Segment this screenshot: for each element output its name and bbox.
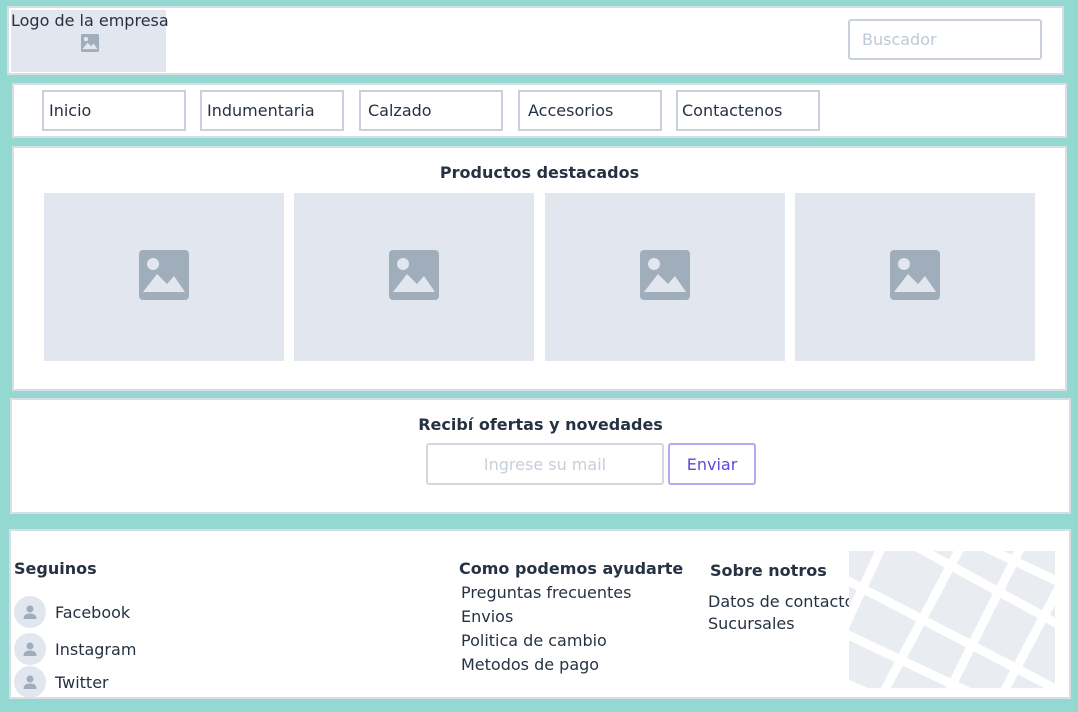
help-link-returns[interactable]: Politica de cambio bbox=[461, 631, 607, 650]
image-icon bbox=[640, 250, 690, 304]
image-icon bbox=[139, 250, 189, 304]
social-link-instagram[interactable]: Instagram bbox=[14, 633, 136, 665]
company-logo[interactable]: Logo de la empresa bbox=[11, 10, 169, 72]
nav-item-inicio[interactable]: Inicio bbox=[42, 90, 186, 131]
social-link-twitter[interactable]: Twitter bbox=[14, 666, 109, 697]
nav-item-accesorios[interactable]: Accesorios bbox=[518, 90, 662, 131]
user-icon bbox=[14, 596, 46, 628]
about-link-branches[interactable]: Sucursales bbox=[708, 614, 795, 633]
help-link-shipping[interactable]: Envios bbox=[461, 607, 513, 626]
newsletter-section: Recibí ofertas y novedades Enviar bbox=[10, 398, 1071, 514]
section-title: Productos destacados bbox=[439, 163, 640, 182]
email-field[interactable] bbox=[426, 443, 664, 485]
social-heading: Seguinos bbox=[14, 559, 97, 578]
nav-item-contactenos[interactable]: Contactenos bbox=[676, 90, 820, 131]
product-card[interactable] bbox=[795, 193, 1035, 361]
main-nav: Inicio Indumentaria Calzado Accesorios C… bbox=[12, 83, 1067, 138]
social-label: Facebook bbox=[55, 602, 131, 622]
site-header: Logo de la empresa bbox=[7, 6, 1064, 75]
product-card[interactable] bbox=[545, 193, 785, 361]
social-link-facebook[interactable]: Facebook bbox=[14, 596, 130, 628]
newsletter-title: Recibí ofertas y novedades bbox=[418, 415, 663, 434]
image-icon bbox=[389, 250, 439, 304]
user-icon bbox=[14, 633, 46, 665]
user-icon bbox=[14, 666, 46, 697]
about-link-contact[interactable]: Datos de contacto bbox=[708, 592, 854, 611]
social-label: Instagram bbox=[55, 639, 137, 659]
product-card[interactable] bbox=[44, 193, 284, 361]
image-icon bbox=[890, 250, 940, 304]
about-heading: Sobre notros bbox=[710, 561, 827, 580]
featured-products-section: Productos destacados bbox=[12, 146, 1067, 391]
map-icon[interactable] bbox=[849, 551, 1055, 688]
help-link-payment[interactable]: Metodos de pago bbox=[461, 655, 599, 674]
help-link-faq[interactable]: Preguntas frecuentes bbox=[461, 583, 631, 602]
site-footer: Seguinos Facebook Instagram Twitter Como… bbox=[9, 529, 1071, 699]
product-card[interactable] bbox=[294, 193, 534, 361]
nav-item-calzado[interactable]: Calzado bbox=[359, 90, 503, 131]
logo-label: Logo de la empresa bbox=[11, 11, 169, 30]
help-heading: Como podemos ayudarte bbox=[459, 559, 684, 578]
image-icon bbox=[81, 34, 99, 56]
send-button[interactable]: Enviar bbox=[668, 443, 756, 485]
nav-item-indumentaria[interactable]: Indumentaria bbox=[200, 90, 344, 131]
search-input[interactable] bbox=[848, 19, 1042, 60]
social-label: Twitter bbox=[55, 672, 109, 692]
